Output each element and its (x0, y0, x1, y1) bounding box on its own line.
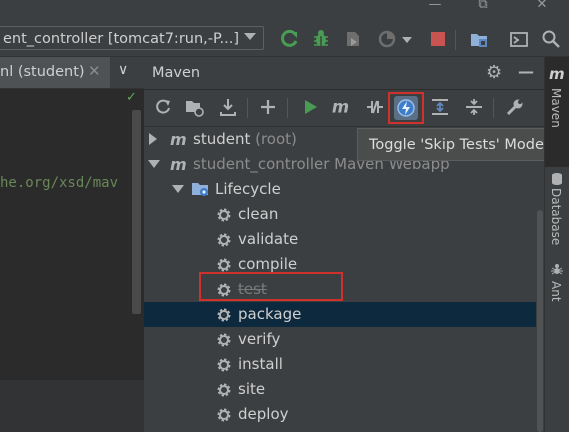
profile-icon[interactable] (342, 28, 364, 50)
toolbar-separator (247, 98, 248, 118)
tree-row-selected[interactable] (144, 302, 536, 327)
editor-tab-label: nl (student) (0, 64, 85, 80)
ant-icon[interactable] (550, 262, 564, 280)
project-structure-icon[interactable] (468, 28, 490, 50)
gear-icon (216, 207, 232, 227)
reload-icon[interactable] (152, 96, 174, 118)
tree-goal-site[interactable]: site (238, 380, 265, 398)
svg-text:m: m (549, 66, 565, 82)
gear-icon (216, 382, 232, 402)
settings-wrench-icon[interactable] (504, 96, 526, 118)
toolbar-separator (455, 30, 456, 50)
editor-scrollbar[interactable] (132, 110, 141, 314)
svg-text:m: m (170, 130, 187, 148)
maven-module-icon: m (170, 130, 190, 152)
gear-icon (216, 332, 232, 352)
chevron-down-icon[interactable] (402, 37, 412, 43)
stop-icon[interactable] (427, 28, 449, 50)
inspection-ok-icon: ✓ (126, 90, 137, 105)
restore-button[interactable]: ⧉ (460, 0, 506, 16)
gear-icon (216, 357, 232, 377)
tree-goal-package[interactable]: package (238, 305, 301, 323)
expand-arrow-icon[interactable] (149, 133, 157, 145)
search-icon[interactable] (540, 28, 562, 50)
svg-text:m: m (332, 98, 349, 117)
editor-bottom-area (0, 380, 144, 432)
maven-panel-header (144, 57, 544, 89)
tree-goal-compile[interactable]: compile (238, 255, 297, 273)
collapse-arrow-icon[interactable] (148, 160, 160, 168)
tree-goal-validate[interactable]: validate (238, 230, 298, 248)
add-icon[interactable] (257, 96, 279, 118)
close-window-button[interactable]: ✕ (519, 0, 565, 16)
gear-icon[interactable]: ⚙ (486, 62, 502, 83)
skip-tests-icon[interactable] (395, 97, 417, 119)
tree-label-student: student (root) (193, 130, 297, 148)
tree-goal-verify[interactable]: verify (238, 330, 280, 348)
test-goal-highlight-box (199, 272, 343, 301)
gear-icon (216, 232, 232, 252)
gear-icon (216, 307, 232, 327)
toggle-offline-icon[interactable] (364, 96, 386, 118)
maven-tab-label[interactable]: Maven (549, 88, 563, 128)
terminal-icon[interactable] (508, 28, 530, 50)
hide-panel-icon[interactable]: — (518, 62, 534, 81)
maven-panel-title: Maven (152, 65, 201, 81)
tree-scrollbar-thumb[interactable] (537, 210, 543, 432)
database-tab-label[interactable]: Database (549, 188, 563, 245)
tab-list-chevron-icon[interactable]: ∨ (118, 62, 128, 78)
maven-module-icon: m (170, 155, 190, 177)
toolbar-separator (493, 98, 494, 118)
tree-goal-install[interactable]: install (238, 355, 283, 373)
lifecycle-folder-icon (191, 180, 211, 202)
toolbar-separator (287, 98, 288, 118)
collapse-all-icon[interactable] (463, 96, 485, 118)
run-icon[interactable] (299, 96, 321, 118)
collapse-arrow-icon[interactable] (172, 185, 184, 193)
debug-bug-icon[interactable] (310, 28, 332, 50)
coverage-icon[interactable] (376, 28, 398, 50)
gear-icon (216, 407, 232, 427)
chevron-down-icon[interactable] (244, 33, 256, 40)
close-icon[interactable]: ✕ (88, 62, 101, 80)
hammer-rerun-icon[interactable] (279, 28, 301, 50)
download-icon[interactable] (217, 96, 239, 118)
reimport-folder-icon[interactable] (183, 96, 205, 118)
execute-goal-icon[interactable]: m (331, 96, 353, 118)
skip-tests-tooltip: Toggle 'Skip Tests' Mode (357, 128, 558, 161)
code-line: he.org/xsd/mav (0, 175, 119, 191)
tree-goal-clean[interactable]: clean (238, 205, 278, 223)
minimize-button[interactable]: — (412, 0, 458, 16)
tree-goal-deploy[interactable]: deploy (238, 405, 289, 423)
tree-label-lifecycle: Lifecycle (215, 180, 281, 198)
svg-text:m: m (170, 155, 187, 173)
ant-tab-label[interactable]: Ant (549, 281, 563, 302)
run-configuration-select[interactable]: ent_controller [tomcat7:run,-P...] (0, 26, 264, 50)
expand-all-icon[interactable] (429, 96, 451, 118)
maven-tab-icon[interactable]: m (549, 65, 567, 86)
